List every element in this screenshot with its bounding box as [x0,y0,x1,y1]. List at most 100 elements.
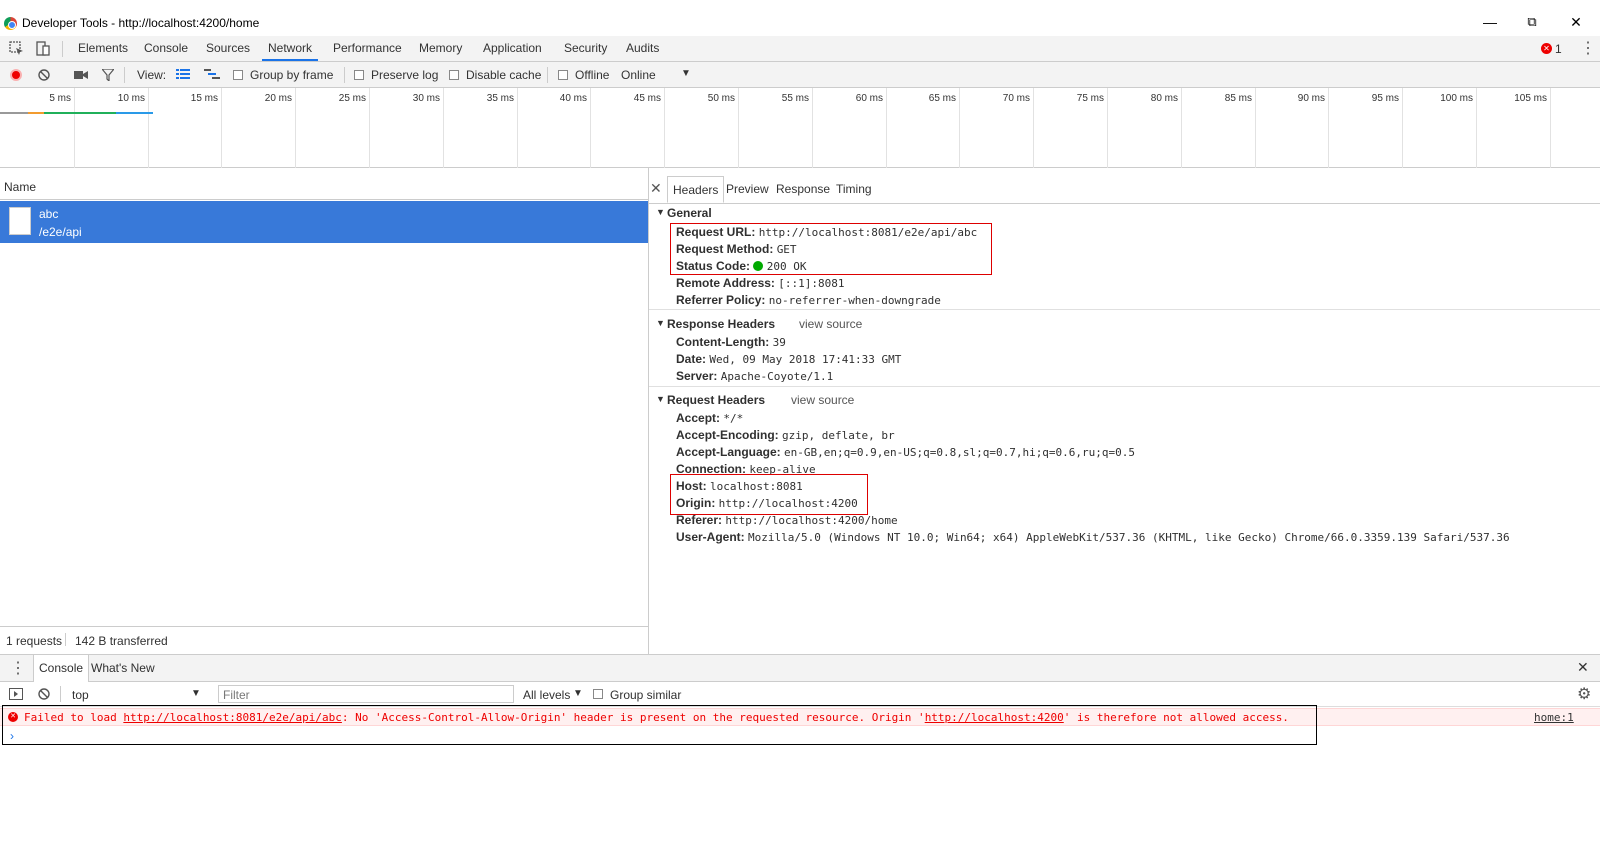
response-headers-title[interactable]: Response Headers [667,317,775,331]
error-icon[interactable]: ✕ [1541,43,1552,54]
chevron-down-icon[interactable]: ▼ [191,688,201,699]
header-key: Accept-Encoding: [676,428,779,442]
record-icon[interactable] [10,69,22,81]
header-key: Remote Address: [676,276,775,290]
header-key: Referrer Policy: [676,293,766,307]
tab-elements[interactable]: Elements [72,36,134,61]
request-path: /e2e/api [39,225,82,239]
response-view-source-link[interactable]: view source [799,317,862,331]
triangle-down-icon[interactable]: ▼ [656,394,665,404]
console-filter-input[interactable]: Filter [218,685,514,703]
overview-waterfall-icon[interactable] [204,68,220,81]
timeline-tick-label: 25 ms [338,93,366,104]
drawer-tab-console[interactable]: Console [33,655,90,682]
timeline-overview[interactable]: 5 ms 10 ms 15 ms 20 ms 25 ms 30 ms 35 ms 40 ms 4… [0,88,1600,168]
preserve-log-checkbox[interactable] [354,70,364,80]
tab-memory[interactable]: Memory [413,36,468,61]
timeline-tick-label: 45 ms [633,93,661,104]
tab-preview[interactable]: Preview [721,176,774,203]
request-view-source-link[interactable]: view source [791,393,854,407]
error-count[interactable]: 1 [1555,42,1562,56]
drawer-tab-whats-new[interactable]: What's New [86,655,160,682]
section-divider [649,386,1600,387]
drawer-menu-icon[interactable]: ⋮ [10,658,26,678]
header-row: User-Agent: Mozilla/5.0 (Windows NT 10.0… [676,529,1510,546]
timeline-tick-label: 95 ms [1371,93,1399,104]
header-key: Referer: [676,513,723,527]
triangle-down-icon[interactable]: ▼ [656,318,665,328]
timeline-tick-label: 15 ms [190,93,218,104]
timeline-gridline [1107,88,1108,168]
filter-icon[interactable] [102,69,114,81]
divider [344,67,345,83]
offline-checkbox[interactable] [558,70,568,80]
timeline-gridline [295,88,296,168]
header-value: en-GB,en;q=0.9,en-US;q=0.8,sl;q=0.7,hi;q… [784,446,1136,459]
group-by-frame-checkbox[interactable] [233,70,243,80]
group-similar-checkbox[interactable] [593,689,603,699]
error-source-link[interactable]: home:1 [1534,711,1574,724]
header-value: Wed, 09 May 2018 17:41:33 GMT [709,353,902,366]
group-by-frame-label: Group by frame [250,68,334,82]
console-toolbar: top ▼ Filter All levels ▼ Group similar … [0,682,1600,707]
context-select[interactable]: top [72,688,89,702]
timeline-tick-label: 85 ms [1224,93,1252,104]
close-detail-icon[interactable]: ✕ [650,180,662,197]
general-section-title[interactable]: General [667,206,712,220]
highlight-box-console [2,705,1317,745]
inspect-element-icon[interactable] [8,40,26,58]
header-value: */* [723,412,744,425]
request-headers-title[interactable]: Request Headers [667,393,765,407]
timeline-tick-label: 75 ms [1076,93,1104,104]
levels-select[interactable]: All levels [523,688,570,702]
tab-sources[interactable]: Sources [200,36,256,61]
clear-console-icon[interactable] [38,688,50,700]
header-value: 39 [772,336,786,349]
disable-cache-checkbox[interactable] [449,70,459,80]
tab-security[interactable]: Security [558,36,613,61]
tab-headers[interactable]: Headers [667,176,725,203]
timeline-tick-label: 10 ms [117,93,145,104]
timeline-tick-label: 105 ms [1514,93,1547,104]
timeline-tick-label: 40 ms [559,93,587,104]
waterfall-bar-stalled [0,112,28,114]
header-value: gzip, deflate, br [782,429,895,442]
tab-response[interactable]: Response [771,176,835,203]
minimize-icon[interactable]: — [1480,12,1500,32]
more-options-icon[interactable]: ⋮ [1580,38,1596,58]
close-drawer-icon[interactable]: ✕ [1577,659,1589,676]
header-value: Apache-Coyote/1.1 [720,370,834,383]
tab-application[interactable]: Application [477,36,548,61]
header-row: Server: Apache-Coyote/1.1 [676,368,901,385]
waterfall-bar-waiting [44,112,116,114]
chevron-down-icon[interactable]: ▼ [573,688,583,699]
tab-performance[interactable]: Performance [327,36,408,61]
network-status-bar: 1 requests 142 B transferred [0,626,648,653]
tab-audits[interactable]: Audits [620,36,665,61]
request-row[interactable]: abc /e2e/api [0,201,648,243]
tab-console[interactable]: Console [138,36,194,61]
sidebar-toggle-icon[interactable] [9,688,23,700]
clear-icon[interactable] [38,69,50,81]
header-key: Accept-Language: [676,445,781,459]
large-rows-view-icon[interactable] [176,68,190,81]
triangle-down-icon[interactable]: ▼ [656,207,665,217]
close-window-icon[interactable]: ✕ [1566,12,1586,32]
console-settings-gear-icon[interactable]: ⚙ [1577,684,1591,704]
chevron-down-icon[interactable]: ▼ [681,68,691,79]
timeline-tick-label: 35 ms [486,93,514,104]
timeline-gridline [1255,88,1256,168]
window-title: Developer Tools - http://localhost:4200/… [22,16,260,30]
throttle-select[interactable]: Online [621,68,656,82]
timeline-gridline [74,88,75,168]
panel-splitter[interactable] [648,168,649,654]
name-column-header[interactable]: Name [0,168,648,200]
header-key: Content-Length: [676,335,770,349]
restore-icon[interactable]: ⧉ [1522,12,1542,32]
timeline-tick-label: 60 ms [855,93,883,104]
tab-timing[interactable]: Timing [831,176,877,203]
device-toolbar-icon[interactable] [34,40,52,58]
screenshot-camera-icon[interactable] [74,69,88,81]
request-name: abc [39,207,59,221]
tab-network[interactable]: Network [262,36,319,61]
